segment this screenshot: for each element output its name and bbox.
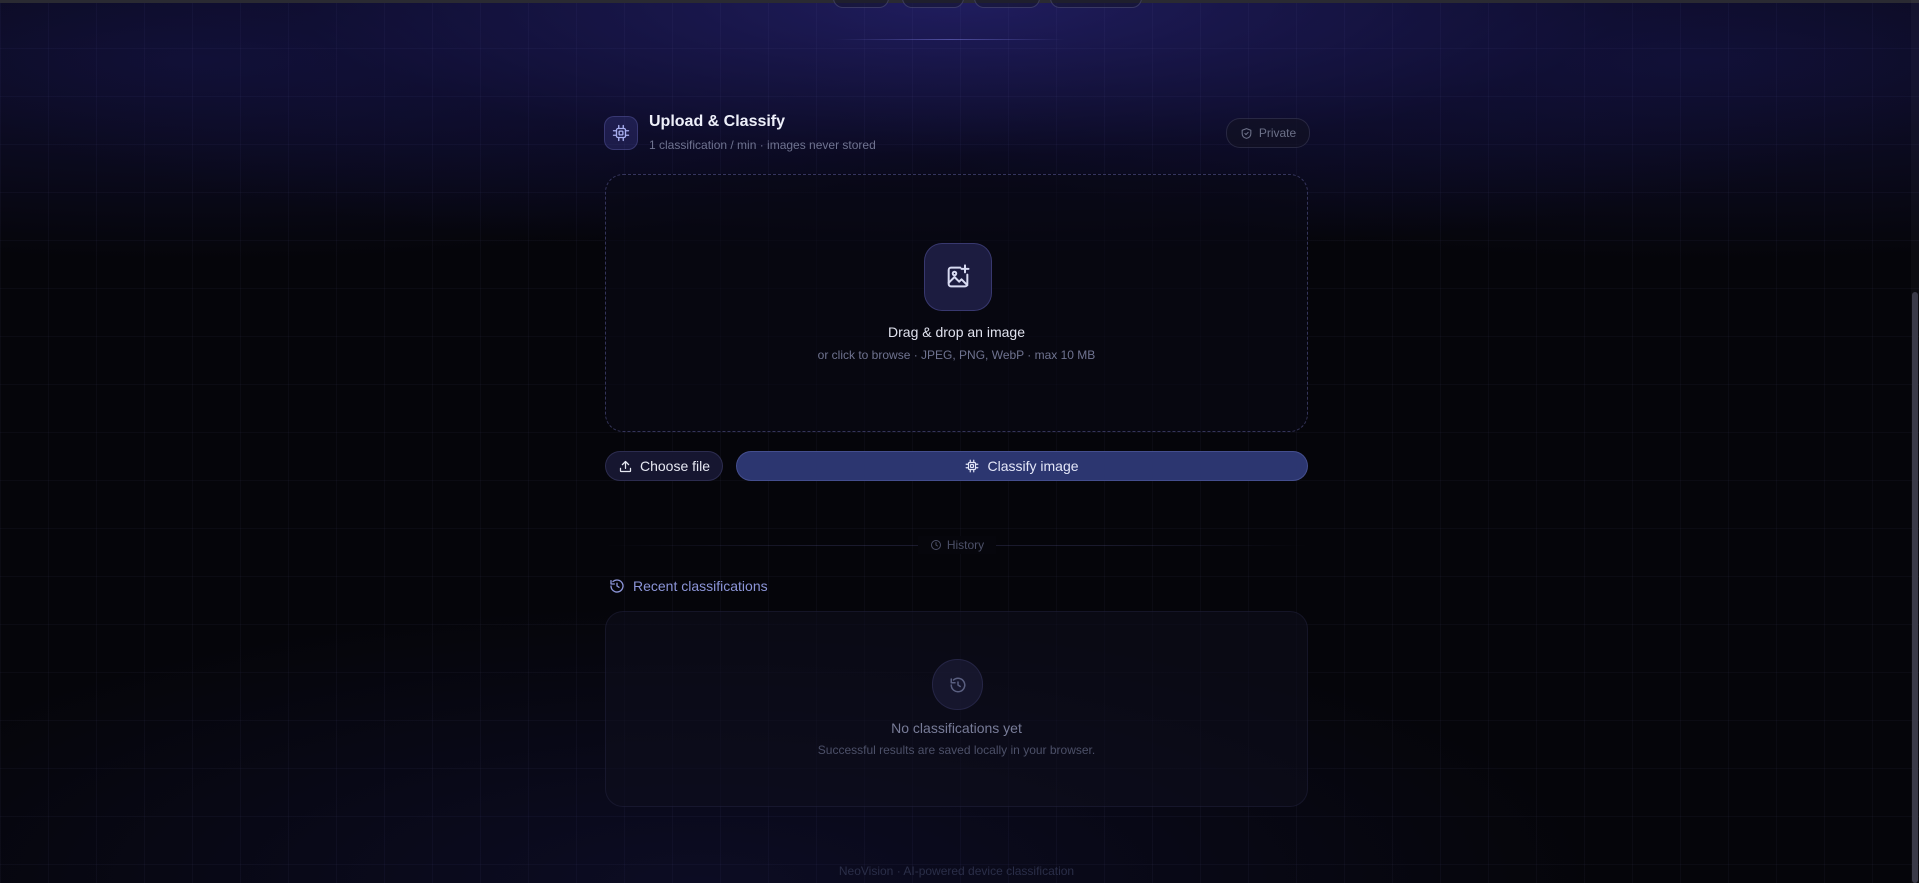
dropzone-title: Drag & drop an image <box>888 324 1025 340</box>
nav-pill-4[interactable] <box>1050 0 1142 8</box>
empty-state-hint: Successful results are saved locally in … <box>817 743 1096 757</box>
privacy-badge: Private <box>1226 118 1310 148</box>
clock-icon <box>930 540 941 550</box>
choose-file-label: Choose file <box>639 458 711 474</box>
history-section-label: History <box>918 536 996 554</box>
classify-image-button[interactable]: Classify image <box>736 451 1308 481</box>
nav-pill-2[interactable] <box>902 0 964 8</box>
footer-text: NeoVision · AI-powered device classifica… <box>838 864 1075 878</box>
privacy-badge-label: Private <box>1258 126 1297 140</box>
choose-file-button[interactable]: Choose file <box>605 451 723 481</box>
nav-underline <box>835 39 1065 40</box>
nav-pill-1[interactable] <box>833 0 889 8</box>
shield-check-icon <box>1241 127 1252 139</box>
upload-title: Upload & Classify <box>649 113 786 130</box>
upload-subtitle: 1 classification / min · images never st… <box>649 138 876 152</box>
upload-icon <box>619 460 632 472</box>
image-plus-icon[interactable] <box>924 243 992 311</box>
history-section-text: History <box>946 538 985 552</box>
cpu-chip-icon <box>604 116 638 150</box>
scrollbar-thumb[interactable] <box>1912 292 1918 883</box>
nav-pill-3[interactable] <box>974 0 1040 8</box>
history-icon <box>610 579 624 593</box>
recent-classifications-label: Recent classifications <box>633 578 768 594</box>
recent-classifications-heading: Recent classifications <box>609 578 768 594</box>
history-empty-icon <box>932 659 983 710</box>
page-viewport: Upload & Classify 1 classification / min… <box>0 0 1919 883</box>
empty-state-title: No classifications yet <box>891 720 1022 736</box>
classify-image-label: Classify image <box>987 458 1079 474</box>
cpu-chip-icon <box>966 459 979 473</box>
dropzone-hint: or click to browse · JPEG, PNG, WebP · m… <box>817 348 1096 362</box>
